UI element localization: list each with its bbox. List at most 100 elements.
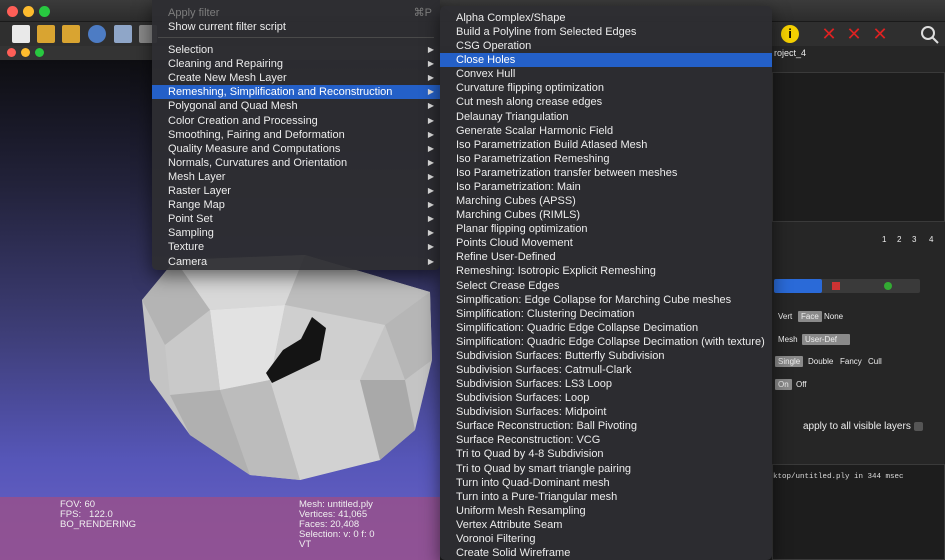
remesh-item-convex-hull[interactable]: Convex Hull <box>440 67 772 81</box>
remesh-item-surface-reconstruction-ball-pivoting[interactable]: Surface Reconstruction: Ball Pivoting <box>440 419 772 433</box>
delete-faces-icon[interactable]: ✕ <box>871 25 889 43</box>
delete-layer-icon[interactable]: ✕ <box>820 25 838 43</box>
remesh-item-planar-flipping-optimization[interactable]: Planar flipping optimization <box>440 222 772 236</box>
viewer-minimize-button[interactable] <box>21 48 30 57</box>
remesh-item-simplification-quadric-edge-collapse-decimation-with-texture[interactable]: Simplification: Quadric Edge Collapse De… <box>440 335 772 349</box>
remesh-item-simplification-quadric-edge-collapse-decimation[interactable]: Simplification: Quadric Edge Collapse De… <box>440 321 772 335</box>
remesh-item-marching-cubes-rimls[interactable]: Marching Cubes (RIMLS) <box>440 208 772 222</box>
single-button[interactable]: Single <box>775 356 804 367</box>
minimize-window-button[interactable] <box>23 6 34 17</box>
remesh-item-label: Create Solid Wireframe <box>456 547 571 560</box>
remesh-item-iso-parametrization-remeshing[interactable]: Iso Parametrization Remeshing <box>440 152 772 166</box>
remesh-item-simplfication-edge-collapse-for-marching-cube-meshes[interactable]: Simplfication: Edge Collapse for Marchin… <box>440 293 772 307</box>
remesh-item-build-a-polyline-from-selected-edges[interactable]: Build a Polyline from Selected Edges <box>440 25 772 39</box>
new-file-icon[interactable] <box>12 25 30 43</box>
remesh-item-select-crease-edges[interactable]: Select Crease Edges <box>440 279 772 293</box>
page-4[interactable]: 4 <box>929 235 933 244</box>
remesh-item-voronoi-filtering[interactable]: Voronoi Filtering <box>440 532 772 546</box>
remesh-item-points-cloud-movement[interactable]: Points Cloud Movement <box>440 236 772 250</box>
remesh-item-simplification-clustering-decimation[interactable]: Simplification: Clustering Decimation <box>440 307 772 321</box>
viewer-close-button[interactable] <box>7 48 16 57</box>
remesh-item-iso-parametrization-main[interactable]: Iso Parametrization: Main <box>440 180 772 194</box>
remesh-item-iso-parametrization-build-atlased-mesh[interactable]: Iso Parametrization Build Atlased Mesh <box>440 138 772 152</box>
points-tab[interactable] <box>774 279 822 293</box>
wireframe-tab[interactable] <box>832 282 840 290</box>
filter-category-label: Mesh Layer <box>168 170 226 183</box>
reload-icon[interactable] <box>88 25 106 43</box>
remesh-item-remeshing-isotropic-explicit-remeshing[interactable]: Remeshing: Isotropic Explicit Remeshing <box>440 264 772 278</box>
open-folder-icon[interactable] <box>37 25 55 43</box>
filter-category-remeshing-simplification-and-reconstruction[interactable]: Remeshing, Simplification and Reconstruc… <box>152 85 440 100</box>
filter-category-smoothing-fairing-and-deformation[interactable]: Smoothing, Fairing and Deformation ▶ <box>152 128 440 142</box>
project-tab-label[interactable]: roject_4 <box>774 48 806 58</box>
remesh-item-iso-parametrization-transfer-between-meshes[interactable]: Iso Parametrization transfer between mes… <box>440 166 772 180</box>
filter-category-mesh-layer[interactable]: Mesh Layer ▶ <box>152 170 440 184</box>
texture-tab[interactable] <box>884 282 892 290</box>
remesh-item-label: Marching Cubes (RIMLS) <box>456 209 581 222</box>
off-button[interactable]: Off <box>793 379 810 390</box>
filter-category-sampling[interactable]: Sampling ▶ <box>152 226 440 240</box>
remesh-item-uniform-mesh-resampling[interactable]: Uniform Mesh Resampling <box>440 504 772 518</box>
remesh-item-curvature-flipping-optimization[interactable]: Curvature flipping optimization <box>440 81 772 95</box>
save-icon[interactable] <box>114 25 132 43</box>
remesh-item-close-holes[interactable]: Close Holes <box>440 53 772 68</box>
remesh-item-marching-cubes-apss[interactable]: Marching Cubes (APSS) <box>440 194 772 208</box>
remesh-item-subdivision-surfaces-loop[interactable]: Subdivision Surfaces: Loop <box>440 391 772 405</box>
viewer-zoom-button[interactable] <box>35 48 44 57</box>
on-button[interactable]: On <box>775 379 792 390</box>
filter-category-cleaning-and-repairing[interactable]: Cleaning and Repairing ▶ <box>152 57 440 71</box>
fancy-button[interactable]: Fancy <box>837 356 865 367</box>
remesh-item-create-solid-wireframe[interactable]: Create Solid Wireframe <box>440 546 772 560</box>
filter-category-texture[interactable]: Texture ▶ <box>152 240 440 254</box>
remesh-item-subdivision-surfaces-midpoint[interactable]: Subdivision Surfaces: Midpoint <box>440 405 772 419</box>
remesh-item-subdivision-surfaces-ls3-loop[interactable]: Subdivision Surfaces: LS3 Loop <box>440 377 772 391</box>
filter-category-range-map[interactable]: Range Map ▶ <box>152 198 440 212</box>
remesh-item-tri-to-quad-by-smart-triangle-pairing[interactable]: Tri to Quad by smart triangle pairing <box>440 462 772 476</box>
page-3[interactable]: 3 <box>912 235 916 244</box>
double-button[interactable]: Double <box>805 356 836 367</box>
filter-category-polygonal-and-quad-mesh[interactable]: Polygonal and Quad Mesh ▶ <box>152 99 440 113</box>
remesh-item-cut-mesh-along-crease-edges[interactable]: Cut mesh along crease edges <box>440 95 772 109</box>
close-window-button[interactable] <box>7 6 18 17</box>
delete-vertices-icon[interactable]: ✕ <box>845 25 863 43</box>
cull-button[interactable]: Cull <box>865 356 885 367</box>
remesh-item-alpha-complex-shape[interactable]: Alpha Complex/Shape <box>440 11 772 25</box>
info-icon[interactable]: i <box>781 25 799 43</box>
remesh-item-vertex-attribute-seam[interactable]: Vertex Attribute Seam <box>440 518 772 532</box>
page-2[interactable]: 2 <box>897 235 901 244</box>
submenu-arrow-icon: ▶ <box>427 45 434 54</box>
layer-list[interactable] <box>772 72 945 222</box>
apply-all-layers-checkbox[interactable] <box>914 422 923 431</box>
filter-category-point-set[interactable]: Point Set ▶ <box>152 212 440 226</box>
face-button[interactable]: Face <box>798 311 822 322</box>
remesh-item-surface-reconstruction-vcg[interactable]: Surface Reconstruction: VCG <box>440 433 772 447</box>
open-project-icon[interactable] <box>62 25 80 43</box>
show-filter-script-item[interactable]: Show current filter script <box>152 20 440 34</box>
filter-category-raster-layer[interactable]: Raster Layer ▶ <box>152 184 440 198</box>
remesh-item-turn-into-a-pure-triangular-mesh[interactable]: Turn into a Pure-Triangular mesh <box>440 490 772 504</box>
zoom-window-button[interactable] <box>39 6 50 17</box>
log-area: ktop/untitled.ply in 344 msec <box>772 464 945 560</box>
none-button[interactable]: None <box>821 311 846 322</box>
search-icon[interactable] <box>920 25 939 44</box>
remesh-item-refine-user-defined[interactable]: Refine User-Defined <box>440 250 772 264</box>
filter-category-camera[interactable]: Camera ▶ <box>152 255 440 269</box>
remesh-item-delaunay-triangulation[interactable]: Delaunay Triangulation <box>440 110 772 124</box>
page-1[interactable]: 1 <box>882 235 886 244</box>
submenu-arrow-icon: ▶ <box>427 73 434 83</box>
remesh-item-generate-scalar-harmonic-field[interactable]: Generate Scalar Harmonic Field <box>440 124 772 138</box>
filter-category-create-new-mesh-layer[interactable]: Create New Mesh Layer ▶ <box>152 71 440 85</box>
user-def-button[interactable]: User-Def <box>802 334 850 345</box>
filter-category-selection[interactable]: Selection ▶ <box>152 43 440 57</box>
remesh-item-csg-operation[interactable]: CSG Operation <box>440 39 772 53</box>
remesh-item-tri-to-quad-by-4-8-subdivision[interactable]: Tri to Quad by 4-8 Subdivision <box>440 447 772 461</box>
filter-category-color-creation-and-processing[interactable]: Color Creation and Processing ▶ <box>152 114 440 128</box>
remesh-item-label: Turn into Quad-Dominant mesh <box>456 476 610 489</box>
remesh-item-label: Subdivision Surfaces: LS3 Loop <box>456 378 612 391</box>
remesh-item-label: Planar flipping optimization <box>456 223 588 236</box>
filter-category-quality-measure-and-computations[interactable]: Quality Measure and Computations ▶ <box>152 142 440 156</box>
remesh-item-turn-into-quad-dominant-mesh[interactable]: Turn into Quad-Dominant mesh <box>440 476 772 490</box>
remesh-item-subdivision-surfaces-butterfly-subdivision[interactable]: Subdivision Surfaces: Butterfly Subdivis… <box>440 349 772 363</box>
remesh-item-subdivision-surfaces-catmull-clark[interactable]: Subdivision Surfaces: Catmull-Clark <box>440 363 772 377</box>
filter-category-normals-curvatures-and-orientation[interactable]: Normals, Curvatures and Orientation ▶ <box>152 156 440 170</box>
